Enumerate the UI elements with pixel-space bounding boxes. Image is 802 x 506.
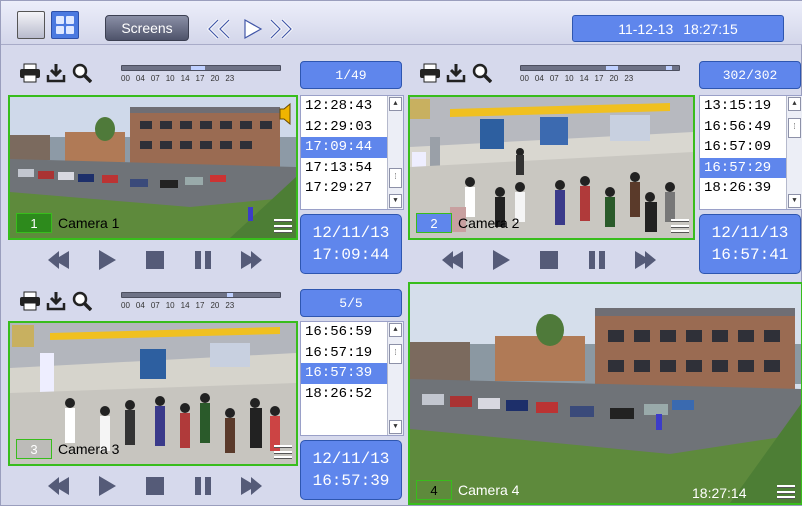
list-item[interactable]: 16:57:39 [301,363,387,384]
event-counter: 302/302 [699,61,801,89]
panel-toolbar [19,289,93,313]
play-icon[interactable] [239,16,267,42]
list-item[interactable]: 16:57:29 [700,157,786,178]
current-datetime: 11-12-13 18:27:15 [572,15,784,42]
stop-icon[interactable] [131,471,179,501]
list-item[interactable]: 13:15:19 [700,96,786,117]
list-item[interactable]: 12:29:03 [301,117,387,138]
zoom-icon[interactable] [71,290,93,312]
camera-number: 3 [16,439,52,459]
panel-toolbar [419,61,493,85]
stop-icon[interactable] [131,245,179,275]
play-icon[interactable] [477,245,525,275]
rewind-icon[interactable] [205,16,233,42]
clock-date: 11-12-13 [618,20,674,37]
scrollbar[interactable]: ▲ ⁞ ▼ [387,322,403,435]
print-icon[interactable] [19,290,41,312]
selected-date: 12/11/13 [711,224,789,242]
video-surveillance-app: Screens 11-12-13 18:27:15 00 04 07 10 14 17 20… [0,0,802,506]
selected-datetime: 12/11/13 17:09:44 [300,214,402,274]
rewind-icon[interactable] [429,245,477,275]
live-timestamp: 18:27:14 [692,485,747,501]
scrollbar[interactable]: ▲ ⁞ ▼ [786,96,802,209]
speaker-icon[interactable] [278,103,292,125]
stop-icon[interactable] [525,245,573,275]
top-toolbar: Screens 11-12-13 18:27:15 [1,1,802,45]
fast-forward-icon[interactable] [227,245,275,275]
fast-forward-icon[interactable] [227,471,275,501]
camera-number: 2 [416,213,452,233]
list-item[interactable]: 16:56:49 [700,117,786,138]
camera-label: 3 Camera 3 [16,439,119,459]
camera-name: Camera 2 [458,215,520,231]
selected-date: 12/11/13 [312,224,390,242]
menu-icon[interactable] [274,444,292,460]
list-item[interactable]: 16:57:19 [301,343,387,364]
pause-icon[interactable] [179,471,227,501]
rewind-icon[interactable] [35,471,83,501]
camera-view-2[interactable]: 2 Camera 2 [408,95,695,240]
download-icon[interactable] [45,62,67,84]
rewind-icon[interactable] [35,245,83,275]
list-item[interactable]: 12:28:43 [301,96,387,117]
fast-forward-icon[interactable] [621,245,669,275]
camera-number: 4 [416,480,452,500]
selected-date: 12/11/13 [312,450,390,468]
selected-time: 16:57:41 [711,246,789,264]
list-item[interactable]: 18:26:39 [700,178,786,199]
play-icon[interactable] [83,471,131,501]
download-icon[interactable] [45,290,67,312]
panel-toolbar [19,61,93,85]
event-counter: 5/5 [300,289,402,317]
single-layout-icon[interactable] [17,11,45,39]
camera-name: Camera 4 [458,482,520,498]
camera-view-3[interactable]: 3 Camera 3 [8,321,298,466]
print-icon[interactable] [419,62,441,84]
list-item[interactable]: 16:57:09 [700,137,786,158]
fast-forward-icon[interactable] [267,16,295,42]
play-icon[interactable] [83,245,131,275]
playback-controls [35,471,275,501]
list-item[interactable]: 17:09:44 [301,137,387,158]
menu-icon[interactable] [274,218,292,234]
download-icon[interactable] [445,62,467,84]
camera-label: 4 Camera 4 [416,480,519,500]
camera-view-4[interactable]: 4 Camera 4 18:27:14 [408,282,802,505]
menu-icon[interactable] [777,484,795,500]
event-time-list[interactable]: 13:15:19 16:56:49 16:57:09 16:57:29 18:2… [699,95,802,210]
clock-time: 18:27:15 [683,20,738,37]
playback-controls [35,245,275,275]
camera-name: Camera 1 [58,215,120,231]
list-item[interactable]: 17:29:27 [301,178,387,199]
camera-label: 2 Camera 2 [416,213,519,233]
list-item[interactable]: 17:13:54 [301,158,387,179]
camera-label: 1 Camera 1 [16,213,119,233]
print-icon[interactable] [19,62,41,84]
scrollbar[interactable]: ▲ ⁞ ▼ [387,96,403,209]
event-counter: 1/49 [300,61,402,89]
camera-number: 1 [16,213,52,233]
timeline-scale[interactable]: 00 04 07 10 14 17 20 23 [119,63,284,89]
zoom-icon[interactable] [71,62,93,84]
pause-icon[interactable] [573,245,621,275]
timeline-scale[interactable]: 00 04 07 10 14 17 20 23 [518,63,683,89]
list-item[interactable]: 16:56:59 [301,322,387,343]
selected-time: 17:09:44 [312,246,390,264]
pause-icon[interactable] [179,245,227,275]
camera-view-1[interactable]: 1 Camera 1 [8,95,298,240]
timeline-scale[interactable]: 00 04 07 10 14 17 20 23 [119,290,284,316]
event-time-list[interactable]: 12:28:43 12:29:03 17:09:44 17:13:54 17:2… [300,95,404,210]
list-item[interactable]: 18:26:52 [301,384,387,405]
menu-icon[interactable] [671,218,689,234]
playback-controls [429,245,669,275]
zoom-icon[interactable] [471,62,493,84]
camera-name: Camera 3 [58,441,120,457]
selected-datetime: 12/11/13 16:57:41 [699,214,801,274]
screens-button[interactable]: Screens [105,15,189,41]
event-time-list[interactable]: 16:56:59 16:57:19 16:57:39 18:26:52 ▲ ⁞ ▼ [300,321,404,436]
quad-layout-icon[interactable] [51,11,79,39]
selected-datetime: 12/11/13 16:57:39 [300,440,402,500]
selected-time: 16:57:39 [312,472,390,490]
